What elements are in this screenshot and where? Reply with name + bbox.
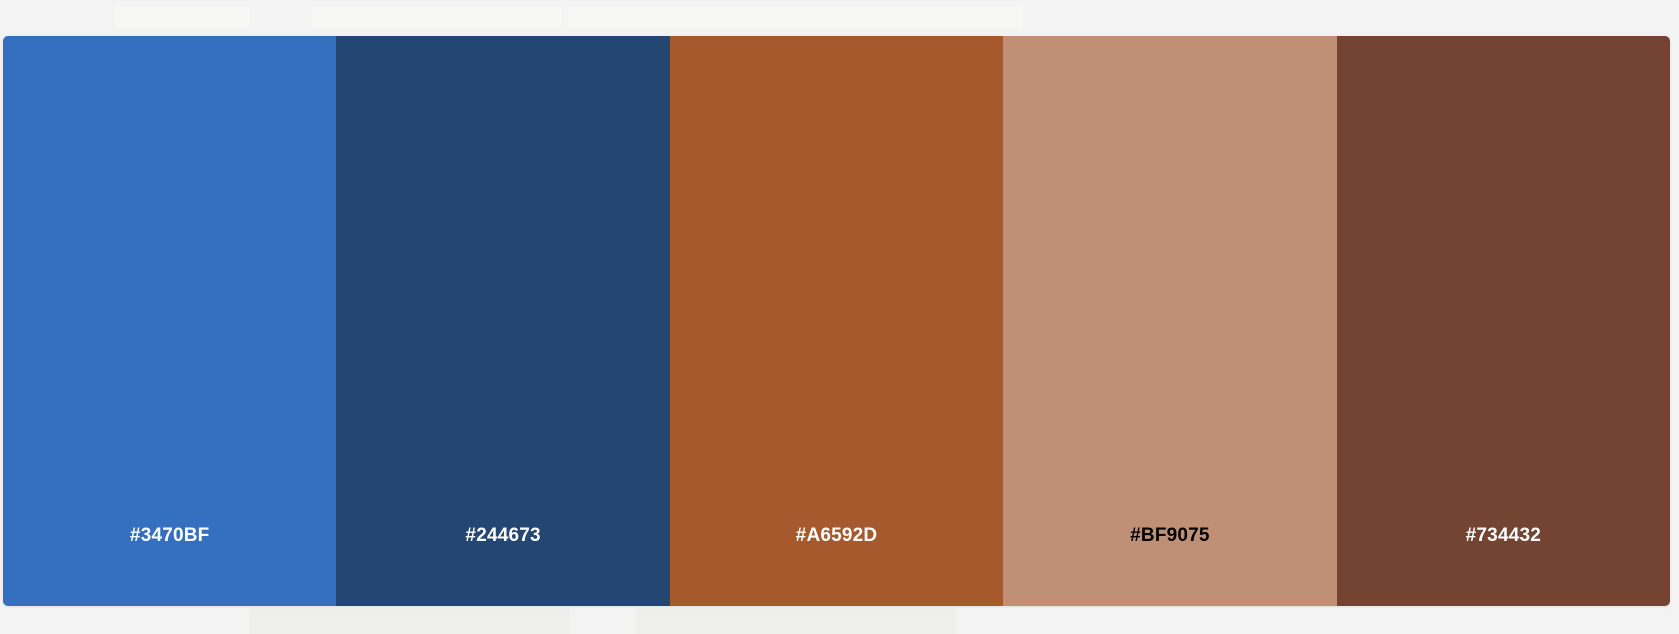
background-strip <box>636 608 956 634</box>
hex-code-label: #3470BF <box>129 525 210 546</box>
color-swatch-1[interactable]: #3470BF <box>3 36 337 606</box>
background-strip <box>115 6 250 28</box>
hex-code-label: #A6592D <box>795 525 878 546</box>
background-strip <box>312 6 562 28</box>
color-swatch-4[interactable]: #BF9075 <box>1003 36 1337 606</box>
color-swatch-3[interactable]: #A6592D <box>669 36 1004 606</box>
background-strip <box>250 608 570 634</box>
color-swatch-2[interactable]: #244673 <box>336 36 670 606</box>
color-swatch-5[interactable]: #734432 <box>1336 36 1670 606</box>
hex-code-label: #244673 <box>465 525 541 546</box>
hex-code-label: #BF9075 <box>1130 525 1210 546</box>
color-palette: #3470BF #244673 #A6592D #BF9075 #734432 <box>3 36 1670 606</box>
background-strip <box>568 6 1023 28</box>
hex-code-label: #734432 <box>1465 525 1542 546</box>
